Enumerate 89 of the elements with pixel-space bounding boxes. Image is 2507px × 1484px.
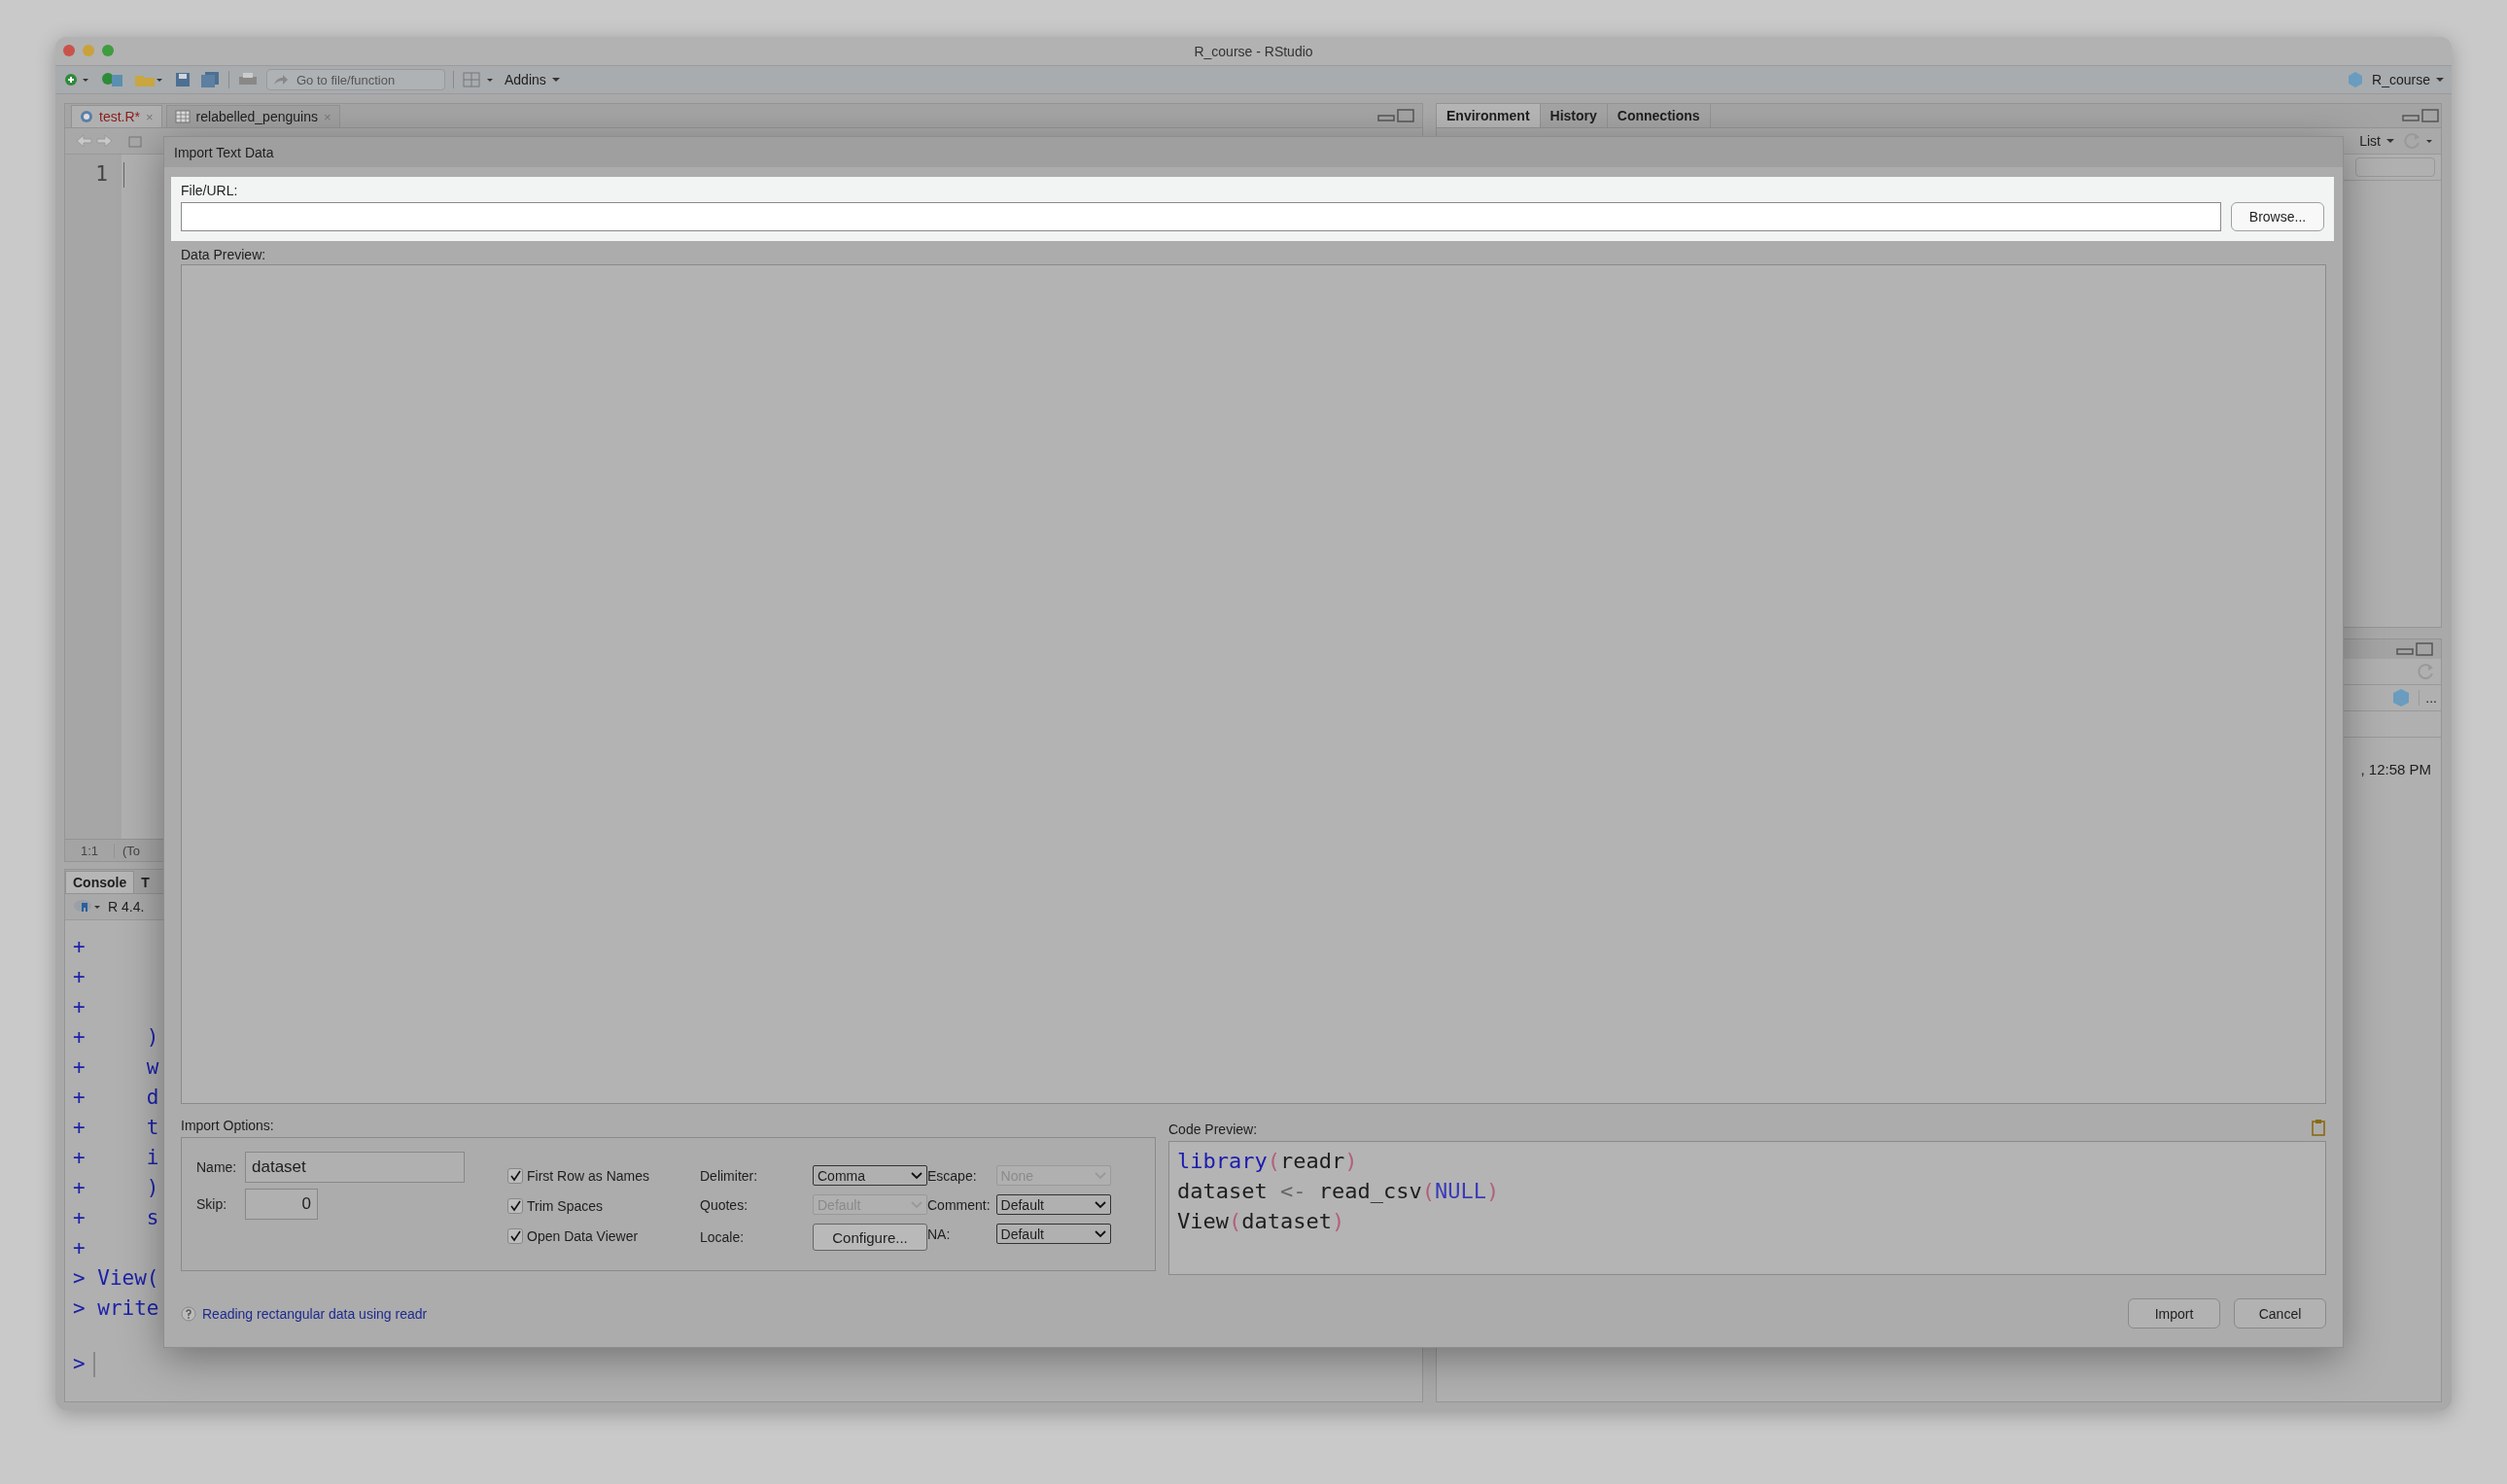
clipboard-icon[interactable] bbox=[2311, 1118, 2326, 1137]
arrow-icon bbox=[273, 73, 289, 86]
console-line: + i bbox=[73, 1145, 159, 1171]
checkbox-label: Open Data Viewer bbox=[527, 1228, 639, 1244]
checkbox[interactable] bbox=[507, 1228, 523, 1244]
field-label: Locale: bbox=[700, 1229, 746, 1245]
modified-time: , 12:58 PM bbox=[2360, 761, 2431, 777]
code-line: dataset <- read_csv(NULL) bbox=[1177, 1178, 1501, 1205]
window-title: R_course - RStudio bbox=[1194, 43, 1313, 59]
field-label: NA: bbox=[927, 1225, 952, 1242]
console-prompt: > bbox=[73, 1351, 86, 1377]
addins-menu[interactable]: Addins bbox=[505, 72, 560, 87]
script-icon bbox=[80, 110, 93, 123]
editor-tab[interactable]: relabelled_penguins × bbox=[165, 105, 340, 127]
dropdown[interactable]: Default bbox=[995, 1224, 1111, 1244]
search-field[interactable] bbox=[2355, 157, 2435, 177]
console-line: + ) bbox=[73, 1175, 159, 1201]
more-button[interactable]: ... bbox=[2419, 690, 2437, 706]
dropdown[interactable]: Default bbox=[995, 1194, 1111, 1215]
field-label: Escape: bbox=[927, 1167, 978, 1184]
code-line: View(dataset) bbox=[1177, 1208, 1346, 1235]
dialog-button[interactable]: Cancel bbox=[2234, 1298, 2326, 1329]
console-line: + w bbox=[73, 1054, 159, 1081]
console-tab[interactable]: T bbox=[134, 872, 157, 893]
checkbox-label: Trim Spaces bbox=[527, 1198, 604, 1214]
caret-icon bbox=[551, 77, 560, 83]
checkbox[interactable] bbox=[507, 1168, 523, 1184]
console-line: + s bbox=[73, 1205, 159, 1231]
console-line: > View( bbox=[73, 1265, 159, 1292]
view-menu[interactable]: List bbox=[2359, 133, 2394, 149]
environment-tab[interactable]: Connections bbox=[1607, 104, 1711, 127]
dialog-title: Import Text Data bbox=[174, 144, 274, 160]
console-line: + t bbox=[73, 1115, 159, 1141]
checkbox-label: First Row as Names bbox=[527, 1168, 650, 1184]
console-line: + bbox=[73, 994, 86, 1020]
cursor-position: 1:1 bbox=[65, 843, 115, 858]
chevron-icon bbox=[911, 1171, 923, 1180]
environment-tab[interactable]: History bbox=[1540, 104, 1608, 127]
console-line: > write bbox=[73, 1295, 159, 1322]
configure-button[interactable]: Configure... bbox=[813, 1224, 927, 1251]
refresh-icon[interactable] bbox=[2402, 131, 2435, 151]
pane-controls-icon[interactable] bbox=[1377, 108, 1416, 123]
chevron-icon bbox=[1094, 1229, 1106, 1238]
field-label: File/URL: bbox=[181, 183, 239, 198]
r-version-label: R 4.4. bbox=[108, 899, 145, 915]
console-line: + bbox=[73, 1235, 86, 1261]
save-icon[interactable] bbox=[174, 71, 192, 88]
line-number: 1 bbox=[95, 162, 108, 186]
field-label: Quotes: bbox=[700, 1196, 749, 1213]
dialog-button[interactable]: Import bbox=[2128, 1298, 2220, 1329]
url-field[interactable] bbox=[181, 202, 2221, 231]
editor-tab[interactable]: test.R* × bbox=[71, 105, 162, 127]
zoom-icon[interactable] bbox=[102, 45, 114, 56]
name-field[interactable]: dataset bbox=[245, 1152, 465, 1183]
caret-icon bbox=[2436, 77, 2444, 83]
help-link[interactable]: Reading rectangular data using readr bbox=[202, 1305, 428, 1322]
field-label: Comment: bbox=[927, 1196, 991, 1213]
save-all-icon[interactable] bbox=[199, 71, 221, 88]
skip-field[interactable]: 0 bbox=[245, 1189, 318, 1220]
console-tab[interactable]: Console bbox=[65, 871, 135, 893]
browse-button[interactable]: Browse... bbox=[2231, 202, 2324, 231]
close-icon[interactable] bbox=[63, 45, 75, 56]
r-logo-icon[interactable] bbox=[73, 899, 102, 915]
pane-controls-icon[interactable] bbox=[2402, 108, 2441, 123]
project-menu[interactable]: R_course bbox=[2372, 72, 2444, 87]
field-label: Skip: bbox=[196, 1196, 228, 1212]
console-line: + bbox=[73, 934, 86, 960]
field-label: Delimiter: bbox=[700, 1167, 759, 1184]
dropdown[interactable]: Comma bbox=[813, 1165, 927, 1186]
help-icon[interactable] bbox=[181, 1305, 196, 1322]
console-line: + ) bbox=[73, 1024, 159, 1051]
field-label: Name: bbox=[196, 1159, 238, 1175]
section-label: Import Options: bbox=[181, 1118, 275, 1133]
caret-icon bbox=[2386, 138, 2394, 144]
window-icon[interactable] bbox=[127, 133, 145, 149]
pane-controls-icon[interactable] bbox=[2396, 641, 2435, 657]
checkbox[interactable] bbox=[507, 1198, 523, 1214]
console-line: + d bbox=[73, 1085, 159, 1111]
back-forward-icon[interactable] bbox=[75, 133, 114, 149]
go-to-field[interactable]: Go to file/function bbox=[266, 69, 445, 90]
table-icon bbox=[174, 110, 191, 123]
scope-label: (To bbox=[122, 843, 141, 858]
chevron-icon bbox=[1094, 1200, 1106, 1209]
minimize-icon[interactable] bbox=[83, 45, 94, 56]
environment-tab[interactable]: Environment bbox=[1437, 104, 1541, 127]
section-label: Code Preview: bbox=[1168, 1122, 1258, 1137]
code-line: library(readr) bbox=[1177, 1148, 1359, 1175]
section-label: Data Preview: bbox=[181, 247, 267, 262]
console-line: + bbox=[73, 964, 86, 990]
